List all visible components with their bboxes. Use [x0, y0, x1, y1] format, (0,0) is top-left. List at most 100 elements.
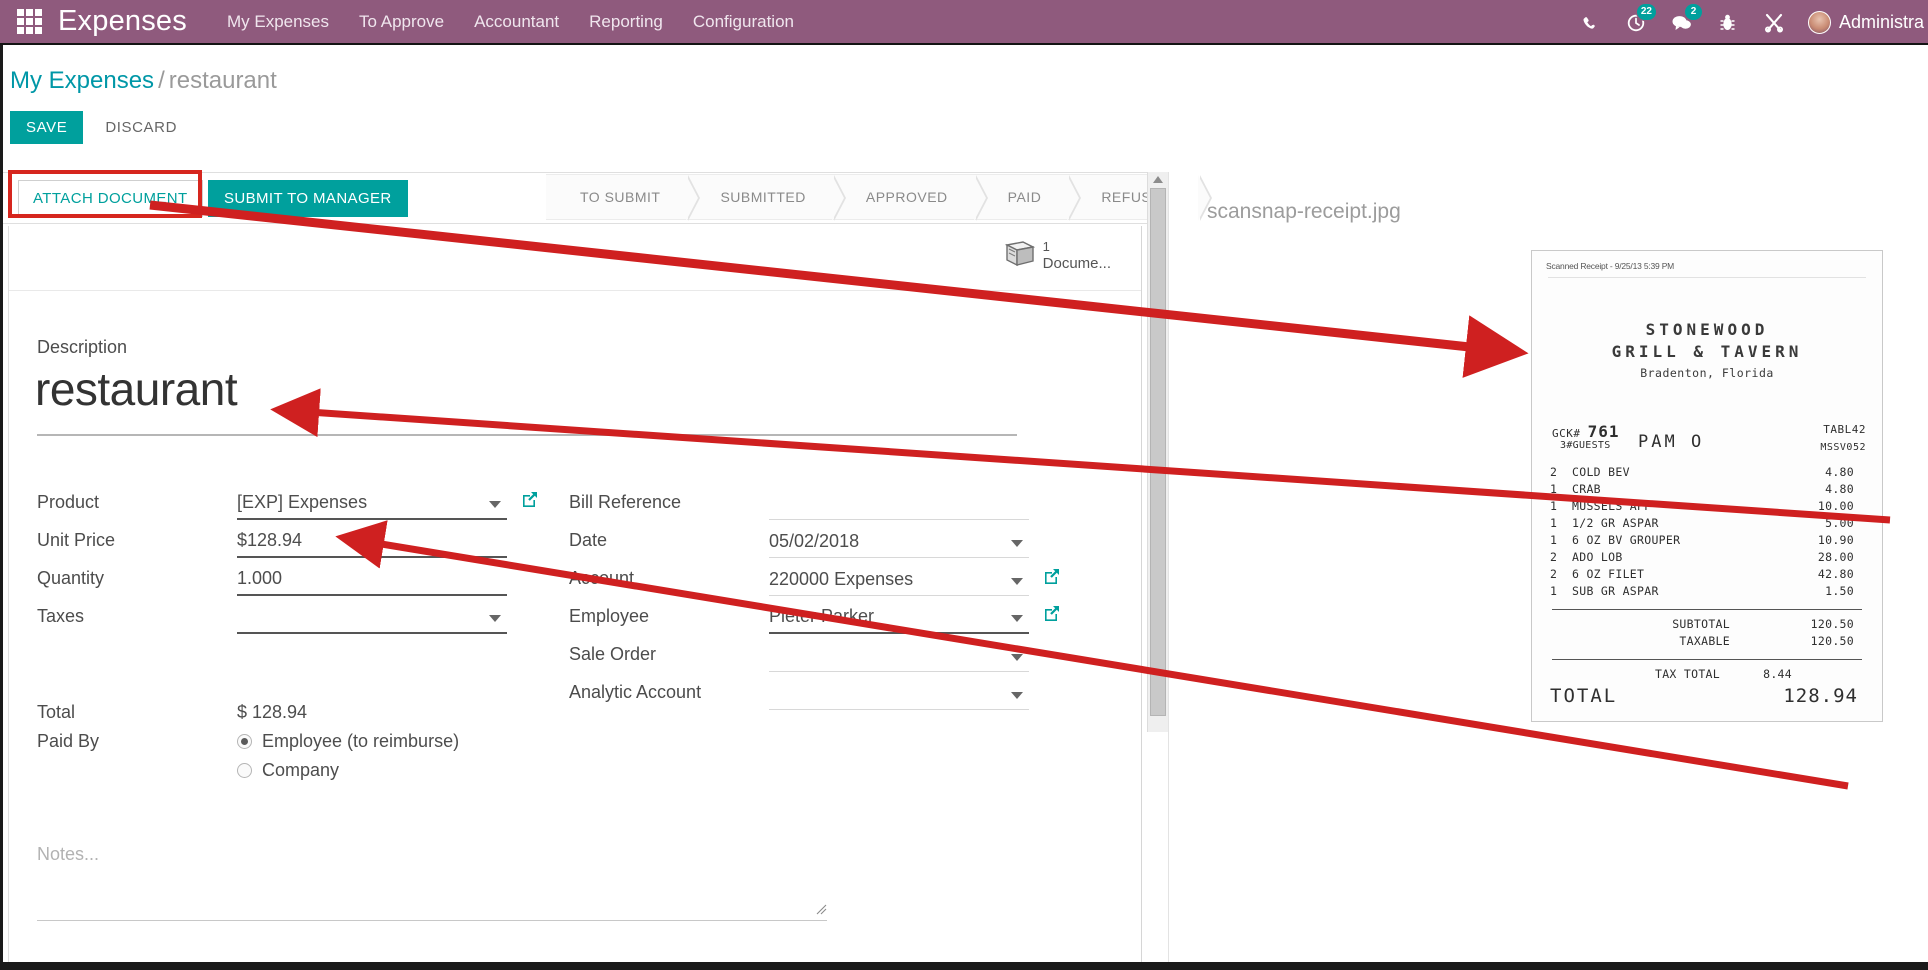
field-text-unit-price: $128.94 — [237, 530, 302, 551]
receipt-guests: 3#GUESTS — [1560, 440, 1611, 451]
receipt-item-amount: 28.00 — [1798, 549, 1868, 566]
chevron-down-icon[interactable] — [1011, 540, 1023, 547]
menu-item-to-approve[interactable]: To Approve — [359, 12, 444, 32]
total-row: Total $ 128.94 — [37, 698, 557, 727]
field-value-account[interactable]: 220000 Expenses — [769, 569, 1029, 596]
form-column-right: Bill Reference Date 05/02/2018 Account 2… — [569, 482, 1029, 710]
scrollbar-thumb[interactable] — [1150, 188, 1166, 716]
save-button[interactable]: SAVE — [10, 111, 83, 144]
external-link-icon-employee[interactable] — [1042, 604, 1061, 628]
receipt-item-qty: 2 — [1546, 464, 1572, 481]
window-frame-bottom — [0, 962, 1928, 970]
documents-count: 1 — [1043, 240, 1111, 255]
field-value-employee[interactable]: Pieter Parker — [769, 606, 1029, 634]
field-value-unit-price[interactable]: $128.94 — [237, 530, 507, 558]
menu-item-my-expenses[interactable]: My Expenses — [227, 12, 329, 32]
notes-underline — [37, 920, 827, 921]
breadcrumb-root[interactable]: My Expenses — [10, 67, 154, 94]
chevron-down-icon[interactable] — [1011, 578, 1023, 585]
receipt-item-desc: 1/2 GR ASPAR — [1572, 515, 1798, 532]
field-label-taxes: Taxes — [37, 606, 237, 634]
user-menu[interactable]: Administra — [1808, 11, 1924, 34]
total-value: $ 128.94 — [237, 702, 307, 723]
field-value-taxes[interactable] — [237, 627, 507, 634]
documents-smart-button[interactable]: 1 Docume... — [1003, 240, 1111, 272]
form-vertical-scrollbar[interactable] — [1147, 172, 1169, 732]
chevron-down-icon[interactable] — [1011, 692, 1023, 699]
chevron-down-icon[interactable] — [1011, 654, 1023, 661]
receipt-item-amount: 4.80 — [1798, 481, 1868, 498]
receipt-item-row: 1 6 OZ BV GROUPER 10.90 — [1546, 532, 1868, 549]
scroll-up-arrow-icon[interactable] — [1153, 176, 1163, 183]
external-link-icon-account[interactable] — [1042, 567, 1061, 591]
main-menu: My Expenses To Approve Accountant Report… — [227, 12, 794, 32]
chevron-down-icon[interactable] — [489, 501, 501, 508]
book-icon — [1003, 240, 1037, 268]
menu-item-configuration[interactable]: Configuration — [693, 12, 794, 32]
receipt-item-desc: SUB GR ASPAR — [1572, 583, 1798, 600]
discard-button[interactable]: DISCARD — [99, 118, 183, 137]
chevron-down-icon[interactable] — [489, 615, 501, 622]
resize-handle[interactable] — [814, 902, 827, 919]
chevron-down-icon[interactable] — [1011, 615, 1023, 622]
breadcrumb-current: restaurant — [169, 67, 277, 94]
field-label-date: Date — [569, 530, 769, 558]
receipt-meta: GCK# 761 TABL42 3#GUESTS PAM O MSSV052 — [1546, 422, 1868, 460]
receipt-item-row: 1 SUB GR ASPAR 1.50 — [1546, 583, 1868, 600]
menu-item-accountant[interactable]: Accountant — [474, 12, 559, 32]
receipt-items: 2 COLD BEV 4.80 1 CRAB 4.80 1 MUSSELS AP… — [1546, 464, 1868, 600]
receipt-taxable-row: TAXABLE 120.50 — [1546, 633, 1868, 650]
external-link-icon-product[interactable] — [520, 490, 539, 514]
receipt-check-group: GCK# 761 — [1552, 422, 1620, 441]
status-step-submitted[interactable]: SUBMITTED — [686, 174, 831, 220]
status-step-paid[interactable]: PAID — [974, 174, 1068, 220]
field-value-date[interactable]: 05/02/2018 — [769, 531, 1029, 558]
field-text-account: 220000 Expenses — [769, 569, 913, 590]
receipt-item-qty: 1 — [1546, 532, 1572, 549]
receipt-item-amount: 10.00 — [1798, 498, 1868, 515]
field-text-date: 05/02/2018 — [769, 531, 859, 552]
paid-by-option-employee[interactable]: Employee (to reimburse) — [237, 727, 459, 756]
paid-by-option-company[interactable]: Company — [237, 756, 339, 785]
tools-icon[interactable] — [1762, 10, 1786, 36]
receipt-subtotal-value: 120.50 — [1730, 616, 1868, 633]
field-label-sale-order: Sale Order — [569, 644, 769, 672]
radio-company-icon[interactable] — [237, 763, 252, 778]
receipt-item-row: 2 COLD BEV 4.80 — [1546, 464, 1868, 481]
field-value-sale-order[interactable] — [769, 666, 1029, 672]
messages-icon[interactable]: 2 — [1670, 10, 1694, 36]
bug-icon[interactable] — [1716, 10, 1740, 36]
status-step-to-submit[interactable]: TO SUBMIT — [546, 174, 686, 220]
receipt-item-qty: 1 — [1546, 481, 1572, 498]
window-frame-left — [0, 45, 3, 970]
description-underline — [37, 434, 1017, 436]
field-label-product: Product — [37, 492, 237, 520]
field-row-taxes: Taxes — [37, 596, 507, 634]
receipt-scan-header: Scanned Receipt - 9/25/13 5:39 PM — [1546, 261, 1868, 271]
menu-item-reporting[interactable]: Reporting — [589, 12, 663, 32]
field-row-product: Product [EXP] Expenses — [37, 482, 507, 520]
status-step-approved[interactable]: APPROVED — [832, 174, 974, 220]
notes-area[interactable]: Notes... — [37, 844, 827, 865]
phone-icon[interactable] — [1578, 10, 1602, 36]
attachment-preview-pane: scansnap-receipt.jpg Scanned Receipt - 9… — [1168, 172, 1928, 970]
field-row-quantity: Quantity 1.000 — [37, 558, 507, 596]
receipt-check-number: 761 — [1588, 422, 1620, 441]
attach-document-button[interactable]: ATTACH DOCUMENT — [18, 180, 203, 217]
field-value-product[interactable]: [EXP] Expenses — [237, 492, 507, 520]
avatar — [1808, 11, 1831, 34]
radio-employee-icon[interactable] — [237, 734, 252, 749]
receipt-item-qty: 1 — [1546, 498, 1572, 515]
field-value-bill-reference[interactable] — [769, 514, 1029, 520]
user-name-label: Administra — [1839, 12, 1924, 33]
activity-clock-icon[interactable]: 22 — [1624, 10, 1648, 36]
receipt-merchant-line1: STONEWOOD — [1546, 320, 1868, 339]
documents-label: Docume... — [1043, 255, 1111, 272]
field-value-analytic-account[interactable] — [769, 704, 1029, 710]
submit-to-manager-button[interactable]: SUBMIT TO MANAGER — [208, 180, 408, 217]
receipt-image[interactable]: Scanned Receipt - 9/25/13 5:39 PM STONEW… — [1531, 250, 1883, 722]
apps-grid-icon[interactable] — [14, 7, 44, 37]
field-value-quantity[interactable]: 1.000 — [237, 568, 507, 596]
description-input[interactable]: restaurant — [35, 362, 237, 416]
activity-badge-count: 22 — [1636, 3, 1657, 21]
